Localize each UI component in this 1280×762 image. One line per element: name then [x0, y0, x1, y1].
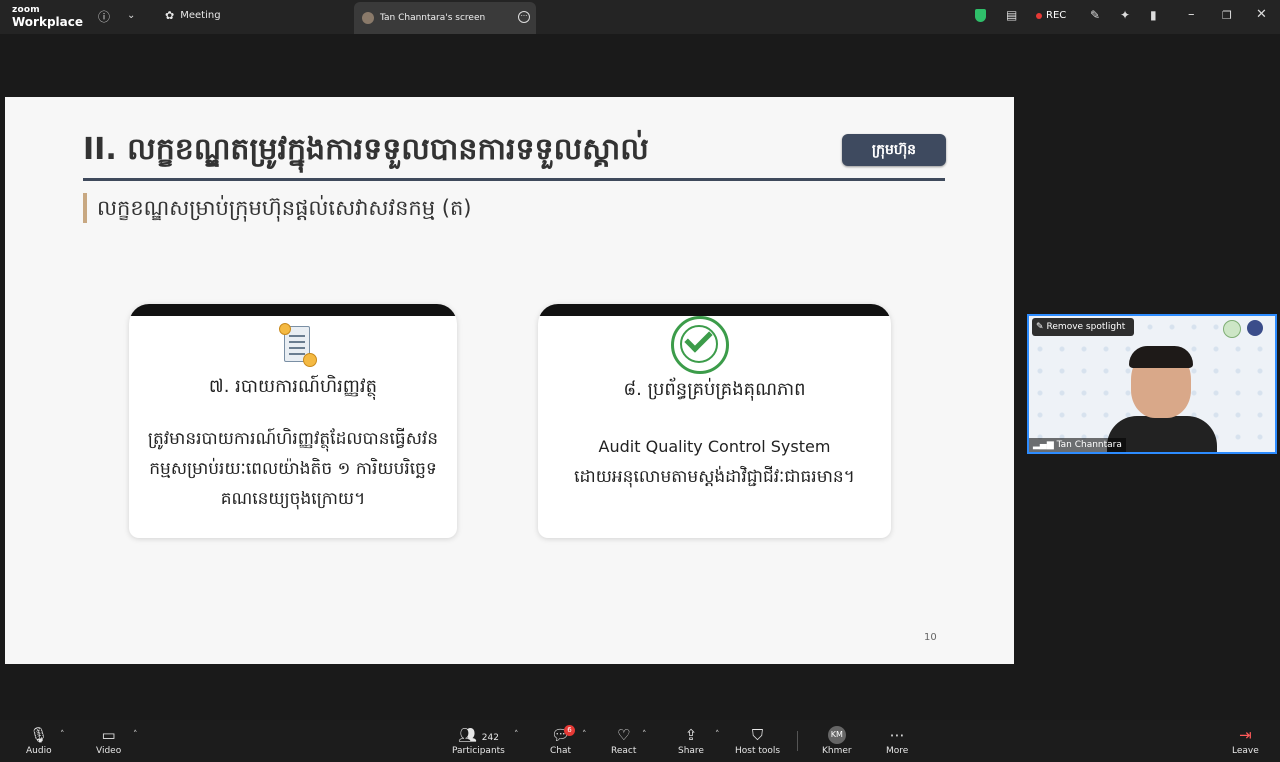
participants-options-caret[interactable]: ˄	[514, 730, 519, 740]
audio-button[interactable]: 🎙︎ Audio	[26, 726, 52, 756]
react-options-caret[interactable]: ˄	[642, 730, 647, 740]
zoom-logo: zoom Workplace	[12, 5, 84, 29]
meeting-icon: ✿	[165, 9, 175, 22]
ai-companion-icon[interactable]: ✦	[1120, 8, 1130, 22]
avatar	[362, 12, 374, 24]
restore-icon[interactable]: ❐	[1222, 9, 1232, 22]
shared-slide: II. លក្ខខណ្ឌតម្រូវក្នុងការទទួលបានការទទួល…	[5, 97, 1014, 664]
remove-spotlight-button[interactable]: ✎ Remove spotlight	[1032, 318, 1134, 336]
host-tools-button[interactable]: ⛉ Host tools	[735, 726, 780, 756]
notes-icon[interactable]: ▤	[1006, 8, 1017, 22]
tab-meeting[interactable]: ✿ Meeting	[165, 9, 221, 22]
view-options-icon[interactable]: ▮	[1150, 8, 1157, 22]
annotate-icon[interactable]: ✎	[1090, 8, 1100, 22]
more-button[interactable]: ⋯ More	[886, 726, 908, 756]
title-divider	[83, 178, 945, 181]
card-body-line: គណនេយ្យចុងក្រោយ។	[220, 489, 366, 509]
signal-icon: ▂▄▆	[1033, 440, 1057, 450]
top-bar: zoom Workplace ⓘ ⌄ ✿ Meeting Tan Channta…	[0, 0, 1280, 34]
react-button[interactable]: ♡ React	[611, 726, 636, 756]
card-body-line: Audit Quality Control System	[598, 437, 831, 456]
share-options-caret[interactable]: ˄	[715, 730, 720, 740]
share-button[interactable]: ⇪ Share	[678, 726, 704, 756]
language-avatar: KM	[827, 726, 846, 744]
pin-icon: ✎	[1036, 322, 1044, 332]
shield-icon: ⛉	[751, 726, 764, 744]
recording-indicator[interactable]: REC	[1036, 10, 1066, 21]
screen-tab-label: Tan Channtara's screen	[380, 13, 486, 23]
chevron-down-icon[interactable]: ⌄	[127, 10, 135, 21]
participant-video-tile[interactable]: ✎ Remove spotlight ▂▄▆ Tan Channtara	[1027, 314, 1277, 454]
security-shield-icon[interactable]	[975, 9, 986, 22]
share-screen-icon: ⇪	[684, 726, 698, 744]
logo-line2: Workplace	[12, 15, 84, 29]
record-dot-icon	[1036, 12, 1042, 19]
bottom-toolbar	[0, 720, 1280, 762]
slide-title: II. លក្ខខណ្ឌតម្រូវក្នុងការទទួលបានការទទួល…	[83, 132, 649, 167]
card-body-line: ត្រូវមានរបាយការណ៍ហិរញ្ញវត្ថុដែលបានធ្វើសវ…	[147, 429, 439, 449]
leave-icon: ⇥	[1239, 726, 1252, 744]
quality-control-icon	[671, 316, 729, 374]
card-title: ៧. របាយការណ៍ហិរញ្ញវត្ថុ	[208, 376, 378, 397]
card-header-band	[538, 304, 891, 316]
meeting-label: Meeting	[180, 10, 221, 21]
card-financial-report: ៧. របាយការណ៍ហិរញ្ញវត្ថុ ត្រូវមានរបាយការណ…	[129, 304, 457, 538]
card-quality-control: ៨. ប្រព័ន្ធគ្រប់គ្រងគុណភាព Audit Quality…	[538, 304, 891, 538]
participant-name: ▂▄▆ Tan Channtara	[1029, 438, 1126, 452]
org-logo-icon	[1247, 320, 1263, 336]
org-logo-icon	[1223, 320, 1241, 338]
card-body: Audit Quality Control System ដោយអនុលោមតា…	[538, 432, 891, 492]
participant-video	[1107, 346, 1217, 452]
chat-unread-badge: 6	[564, 725, 575, 736]
card-body-line: កម្មសម្រាប់រយៈពេលយ៉ាងតិច ១ ការិយបរិច្ឆេទ	[149, 459, 437, 479]
card-title: ៨. ប្រព័ន្ធគ្រប់គ្រងគុណភាព	[623, 379, 806, 400]
participants-icon: 👥︎ 242	[457, 726, 499, 744]
financial-report-icon	[279, 323, 317, 367]
close-icon[interactable]: ✕	[1256, 7, 1267, 22]
participants-button[interactable]: 👥︎ 242 Participants	[452, 726, 505, 756]
video-options-caret[interactable]: ˄	[133, 730, 138, 740]
audio-options-caret[interactable]: ˄	[60, 730, 65, 740]
info-icon[interactable]: ⓘ	[98, 8, 110, 25]
more-icon: ⋯	[889, 726, 905, 744]
tab-shared-screen[interactable]: Tan Channtara's screen ···	[354, 2, 536, 34]
chat-options-caret[interactable]: ˄	[582, 730, 587, 740]
heart-icon: ♡	[616, 726, 631, 744]
video-button[interactable]: ▭ Video	[96, 726, 121, 756]
card-body-line: ដោយអនុលោមតាមស្តង់ដាវិជ្ជាជីវៈជាធរមាន។	[574, 467, 855, 487]
logo-line1: zoom	[12, 5, 40, 15]
toolbar-divider	[797, 731, 798, 751]
card-body: ត្រូវមានរបាយការណ៍ហិរញ្ញវត្ថុដែលបានធ្វើសវ…	[129, 424, 457, 514]
video-camera-off-icon: ▭	[101, 726, 116, 744]
minimize-icon[interactable]: –	[1188, 7, 1195, 22]
more-options-icon[interactable]: ···	[518, 11, 530, 23]
page-number: 10	[924, 632, 937, 643]
rec-label: REC	[1046, 10, 1067, 21]
microphone-muted-icon: 🎙︎	[29, 726, 49, 744]
leave-button[interactable]: ⇥ Leave	[1232, 726, 1259, 756]
language-button[interactable]: KM Khmer	[822, 726, 852, 756]
slide-badge: ក្រុមហ៊ុន	[842, 134, 946, 166]
slide-subtitle: លក្ខខណ្ឌសម្រាប់ក្រុមហ៊ុនផ្ដល់សេវាសវនកម្ម…	[83, 193, 471, 223]
card-header-band	[129, 304, 457, 316]
